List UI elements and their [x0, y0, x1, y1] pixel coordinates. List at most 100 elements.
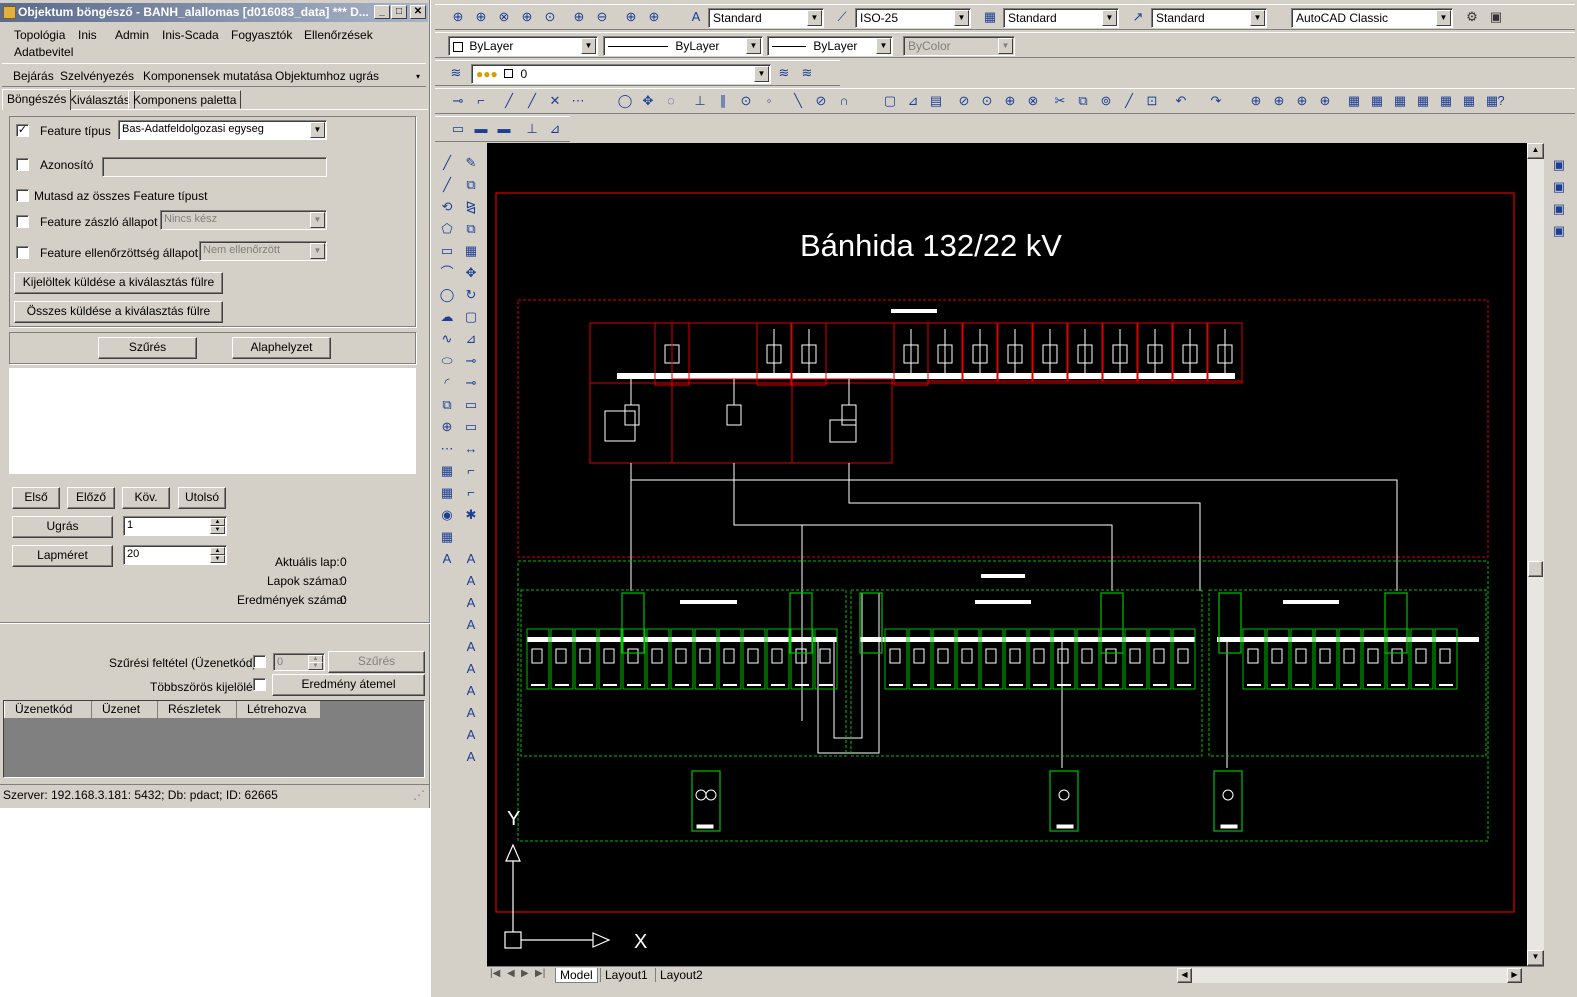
draw-tool-1-icon[interactable]: ⌐ — [472, 92, 490, 110]
page-size-stepper[interactable]: 20 ▲ ▼ — [123, 545, 227, 565]
draw-tool-6-icon[interactable]: ◯ — [616, 92, 634, 110]
drawing-viewport[interactable]: Bánhida 132/22 kV X Y — [487, 143, 1527, 966]
vertical-draw-tool-14-icon[interactable]: ▦ — [437, 461, 457, 481]
vertical-modify-tool-2-icon[interactable]: ⧎ — [461, 197, 481, 217]
col-header-message[interactable]: Üzenet — [92, 701, 158, 718]
draw-tool-27-icon[interactable]: ⊡ — [1143, 92, 1161, 110]
menu-adatbevitel[interactable]: Adatbevitel — [14, 45, 73, 59]
dim-baseline-icon[interactable]: ▬ — [495, 120, 513, 138]
chevron-down-icon[interactable]: ▼ — [746, 38, 761, 54]
draw-tool-29-icon[interactable]: ↷ — [1207, 92, 1225, 110]
maximize-button[interactable]: □ — [391, 5, 407, 19]
first-page-button[interactable]: Első — [12, 487, 60, 509]
multileader-style-select[interactable]: Standard ▼ — [1151, 8, 1267, 28]
draw-tool-7-icon[interactable]: ✥ — [639, 92, 657, 110]
color-select[interactable]: ByLayer ▼ — [448, 36, 598, 56]
message-filter-checkbox[interactable] — [253, 655, 266, 668]
checked-status-select[interactable]: Nem ellenőrzött ▼ — [199, 241, 327, 261]
draw-tool-20-icon[interactable]: ⊙ — [978, 92, 996, 110]
lock-icon[interactable]: ▣ — [1487, 8, 1505, 26]
send-under-icon[interactable]: ▣ — [1550, 222, 1568, 240]
send-all-button[interactable]: Összes küldése a kiválasztás fülre — [14, 301, 223, 323]
dim-linear-icon[interactable]: ▭ — [449, 120, 467, 138]
text-style-icon[interactable]: A — [687, 8, 705, 26]
spin-down-icon[interactable]: ▼ — [210, 555, 225, 563]
vertical-draw-tool-6-icon[interactable]: ◯ — [437, 285, 457, 305]
col-header-details[interactable]: Részletek — [158, 701, 237, 718]
scroll-thumb[interactable] — [1528, 561, 1543, 577]
menu-fogyasztok[interactable]: Fogyasztók — [231, 28, 292, 42]
vertical-draw-tool-18-icon[interactable]: A — [437, 549, 457, 569]
col-header-code[interactable]: Üzenetkód — [4, 701, 92, 718]
splitter[interactable] — [0, 622, 430, 624]
toolbar-overflow-icon[interactable]: ▾ — [416, 72, 420, 81]
vertical-modify-tool-16-icon[interactable]: ✱ — [461, 505, 481, 525]
draw-tool-28-icon[interactable]: ↶ — [1172, 92, 1190, 110]
spin-down-icon[interactable]: ▼ — [308, 662, 323, 670]
vertical-draw-tool-16-icon[interactable]: ◉ — [437, 505, 457, 525]
draw-tool-19-icon[interactable]: ⊘ — [955, 92, 973, 110]
scroll-down-icon[interactable]: ▼ — [1527, 950, 1544, 966]
tool-bejaras[interactable]: Bejárás — [13, 69, 54, 83]
draw-tool-8-icon[interactable]: ◌ — [662, 92, 680, 110]
menu-admin[interactable]: Admin — [115, 28, 149, 42]
vertical-draw-tool-3-icon[interactable]: ⬠ — [437, 219, 457, 239]
bring-above-icon[interactable]: ▣ — [1550, 200, 1568, 218]
draw-tool-22-icon[interactable]: ⊗ — [1024, 92, 1042, 110]
tab-kivalasztas[interactable]: Kiválasztás — [64, 90, 135, 109]
bring-front-icon[interactable]: ▣ — [1550, 156, 1568, 174]
vertical-modify-tool-18-icon[interactable]: A — [461, 549, 481, 569]
feature-type-checkbox[interactable]: ✓ — [16, 124, 29, 137]
draw-tool-16-icon[interactable]: ▢ — [881, 92, 899, 110]
draw-tool-30-icon[interactable]: ⊕ — [1247, 92, 1265, 110]
chevron-down-icon[interactable]: ▼ — [807, 10, 822, 26]
text-style-select[interactable]: Standard ▼ — [708, 8, 824, 28]
linetype-select[interactable]: ByLayer ▼ — [603, 36, 763, 56]
show-all-checkbox[interactable] — [16, 189, 29, 202]
menu-inis[interactable]: Inis — [78, 28, 97, 42]
vertical-modify-tool-8-icon[interactable]: ⊿ — [461, 329, 481, 349]
zoom-dynamic-icon[interactable]: ⊗ — [495, 8, 513, 26]
dim-edit-icon[interactable]: ⊿ — [546, 120, 564, 138]
vertical-draw-tool-9-icon[interactable]: ⬭ — [437, 351, 457, 371]
vertical-draw-tool-10-icon[interactable]: ◜ — [437, 373, 457, 393]
vertical-modify-tool-27-icon[interactable]: A — [461, 747, 481, 767]
draw-tool-21-icon[interactable]: ⊕ — [1001, 92, 1019, 110]
vertical-modify-tool-17-icon[interactable] — [461, 527, 481, 547]
horizontal-scrollbar[interactable]: ◀ ▶ — [1177, 968, 1522, 983]
zoom-all-icon[interactable]: ⊕ — [622, 8, 640, 26]
next-page-button[interactable]: Köv. — [122, 487, 170, 509]
tool-szelvenyezes[interactable]: Szelvényezés — [60, 69, 134, 83]
vertical-modify-tool-12-icon[interactable]: ▭ — [461, 417, 481, 437]
draw-tool-25-icon[interactable]: ⊚ — [1097, 92, 1115, 110]
zoom-extents-icon[interactable]: ⊕ — [645, 8, 663, 26]
vertical-modify-tool-24-icon[interactable]: A — [461, 681, 481, 701]
chevron-down-icon[interactable]: ▼ — [1250, 10, 1265, 26]
vertical-draw-tool-2-icon[interactable]: ⟲ — [437, 197, 457, 217]
zoom-window-icon[interactable]: ⊕ — [472, 8, 490, 26]
vertical-draw-tool-7-icon[interactable]: ☁ — [437, 307, 457, 327]
id-checkbox[interactable] — [16, 158, 29, 171]
draw-tool-0-icon[interactable]: ⊸ — [449, 92, 467, 110]
vertical-draw-tool-15-icon[interactable]: ▦ — [437, 483, 457, 503]
plot-style-select[interactable]: ByColor ▼ — [903, 36, 1015, 56]
draw-tool-4-icon[interactable]: ✕ — [546, 92, 564, 110]
draw-tool-15-icon[interactable]: ∩ — [835, 92, 853, 110]
move-result-button[interactable]: Eredmény átemel — [272, 674, 425, 696]
draw-tool-5-icon[interactable]: ⋯ — [569, 92, 587, 110]
vertical-modify-tool-26-icon[interactable]: A — [461, 725, 481, 745]
send-selected-button[interactable]: Kijelöltek küldése a kiválasztás fülre — [14, 272, 223, 294]
checked-status-checkbox[interactable] — [16, 246, 29, 259]
vertical-modify-tool-22-icon[interactable]: A — [461, 637, 481, 657]
draw-tool-41-icon[interactable]: ? — [1492, 92, 1510, 110]
jump-button[interactable]: Ugrás — [12, 516, 113, 538]
chevron-down-icon[interactable]: ▼ — [581, 38, 596, 54]
layout-tab-layout2[interactable]: Layout2 — [655, 968, 707, 982]
vertical-modify-tool-7-icon[interactable]: ▢ — [461, 307, 481, 327]
vertical-draw-tool-13-icon[interactable]: ⋯ — [437, 439, 457, 459]
layer-select[interactable]: ●●● 0 ▼ — [471, 64, 771, 84]
draw-tool-24-icon[interactable]: ⧉ — [1074, 92, 1092, 110]
prev-page-button[interactable]: Előző — [67, 487, 115, 509]
results-list[interactable] — [9, 368, 416, 474]
flag-select[interactable]: Nincs kész ▼ — [160, 210, 327, 230]
